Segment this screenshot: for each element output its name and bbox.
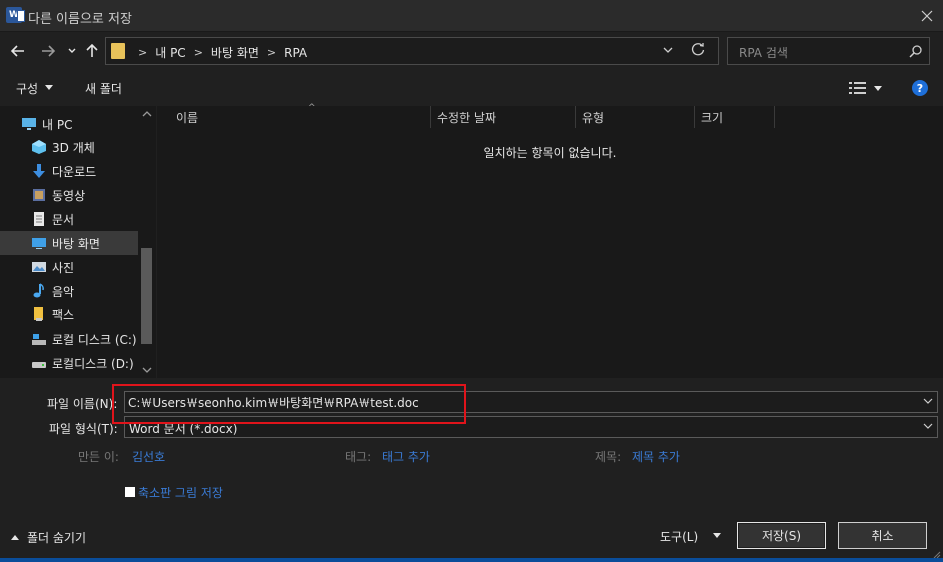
- arrow-left-icon: [11, 45, 24, 57]
- navigation-pane: 내 PC 3D 개체 다운로드 동영상 문서 바탕 화면 사진 음악 팩스 로컬…: [0, 106, 156, 378]
- document-icon: [31, 211, 47, 227]
- save-thumbnail-checkbox[interactable]: [125, 487, 135, 497]
- chevron-down-icon: [68, 48, 76, 53]
- taskbar-edge: [0, 558, 943, 562]
- address-history-button[interactable]: [661, 43, 677, 59]
- empty-folder-message: 일치하는 항목이 없습니다.: [483, 146, 617, 160]
- scroll-down-icon[interactable]: [142, 366, 152, 374]
- column-header-name[interactable]: 이름 ^: [170, 103, 430, 128]
- caret-down-icon[interactable]: [874, 86, 882, 91]
- caret-down-icon[interactable]: [713, 533, 721, 538]
- save-thumbnail-label[interactable]: 축소판 그림 저장: [138, 484, 223, 501]
- new-folder-button[interactable]: 새 폴더: [85, 80, 122, 97]
- music-icon: [31, 283, 47, 299]
- address-bar[interactable]: > 내 PC > 바탕 화면 > RPA: [105, 37, 719, 65]
- breadcrumb-separator-icon: >: [138, 46, 148, 59]
- nav-item-drive-c[interactable]: 로컬 디스크 (C:): [0, 327, 138, 351]
- scroll-up-icon[interactable]: [142, 110, 152, 118]
- close-icon: [921, 10, 933, 22]
- column-header-type[interactable]: 유형: [576, 106, 694, 128]
- chevron-down-icon: [923, 423, 933, 429]
- help-button[interactable]: ?: [912, 80, 928, 96]
- help-icon: ?: [916, 81, 924, 95]
- sort-ascending-icon: ^: [308, 103, 316, 113]
- download-icon: [31, 163, 47, 179]
- pc-icon: [21, 116, 37, 132]
- command-toolbar: 구성 새 폴더: [0, 72, 943, 104]
- tools-button[interactable]: 도구(L): [660, 528, 698, 545]
- filetype-label: 파일 형식(T):: [49, 422, 118, 436]
- column-header-size[interactable]: 크기: [695, 106, 775, 128]
- tags-value[interactable]: 태그 추가: [382, 448, 430, 465]
- scrollbar-thumb[interactable]: [141, 248, 152, 344]
- search-box[interactable]: RPA 검색: [727, 37, 930, 65]
- caret-up-icon: [11, 535, 19, 540]
- highlight-box: [112, 384, 466, 424]
- drive-c-icon: [31, 331, 47, 347]
- folder-icon: [111, 43, 125, 59]
- caret-down-icon: [45, 85, 53, 90]
- details-view-icon: [849, 82, 866, 94]
- save-button[interactable]: 저장(S): [737, 522, 826, 549]
- nav-item-fax[interactable]: 팩스: [0, 302, 138, 326]
- nav-item-desktop[interactable]: 바탕 화면: [0, 231, 138, 255]
- filename-label: 파일 이름(N):: [47, 397, 118, 411]
- breadcrumb-separator-icon: >: [193, 46, 203, 59]
- arrow-up-icon: [86, 44, 98, 57]
- breadcrumb: > 내 PC > 바탕 화면 > RPA: [130, 44, 307, 61]
- up-button[interactable]: [82, 41, 102, 61]
- nav-item-music[interactable]: 음악: [0, 279, 138, 303]
- breadcrumb-item-my-pc[interactable]: 내 PC: [155, 44, 185, 61]
- arrow-right-icon: [42, 45, 55, 57]
- nav-item-downloads[interactable]: 다운로드: [0, 159, 138, 183]
- search-placeholder: RPA 검색: [739, 46, 788, 60]
- nav-item-documents[interactable]: 문서: [0, 207, 138, 231]
- file-list[interactable]: 이름 ^ 수정한 날짜 유형 크기 일치하는 항목이 없습니다.: [157, 103, 943, 378]
- word-app-icon: W: [6, 7, 25, 23]
- view-options-button[interactable]: [849, 81, 867, 95]
- recent-locations-button[interactable]: [62, 41, 82, 61]
- nav-pane-scrollbar[interactable]: [138, 106, 156, 378]
- picture-icon: [31, 259, 47, 275]
- forward-button[interactable]: [38, 41, 58, 61]
- column-divider[interactable]: [774, 106, 775, 128]
- back-button[interactable]: [8, 41, 28, 61]
- chevron-down-icon[interactable]: [923, 396, 933, 406]
- author-value[interactable]: 김선호: [132, 448, 165, 465]
- resize-grip-icon[interactable]: [933, 548, 941, 559]
- nav-item-videos[interactable]: 동영상: [0, 183, 138, 207]
- drive-d-icon: [31, 355, 47, 371]
- breadcrumb-separator-icon: >: [266, 46, 277, 59]
- hide-folders-button[interactable]: 폴더 숨기기: [11, 529, 86, 546]
- refresh-icon: [691, 43, 705, 56]
- window-title: 다른 이름으로 저장: [28, 12, 132, 27]
- desktop-icon: [31, 235, 47, 251]
- nav-item-pictures[interactable]: 사진: [0, 255, 138, 279]
- nav-item-3d-objects[interactable]: 3D 개체: [0, 135, 138, 159]
- nav-item-my-pc[interactable]: 내 PC: [0, 112, 138, 136]
- close-button[interactable]: [911, 0, 943, 32]
- author-label: 만든 이:: [78, 450, 119, 464]
- title-label: 제목:: [595, 450, 622, 464]
- breadcrumb-item-desktop[interactable]: 바탕 화면: [211, 44, 259, 61]
- column-header-date-modified[interactable]: 수정한 날짜: [431, 106, 575, 128]
- 3d-objects-icon: [31, 139, 47, 155]
- title-value[interactable]: 제목 추가: [632, 448, 680, 465]
- organize-button[interactable]: 구성: [16, 80, 38, 97]
- nav-item-drive-d[interactable]: 로컬디스크 (D:): [0, 351, 138, 375]
- title-bar: W 다른 이름으로 저장: [0, 0, 943, 32]
- fax-icon: [31, 306, 47, 322]
- search-icon: [909, 44, 923, 58]
- video-icon: [31, 187, 47, 203]
- cancel-button[interactable]: 취소: [838, 522, 927, 549]
- refresh-button[interactable]: [690, 41, 710, 61]
- tags-label: 태그:: [345, 450, 372, 464]
- breadcrumb-item-rpa[interactable]: RPA: [284, 46, 307, 60]
- chevron-down-icon: [663, 47, 673, 53]
